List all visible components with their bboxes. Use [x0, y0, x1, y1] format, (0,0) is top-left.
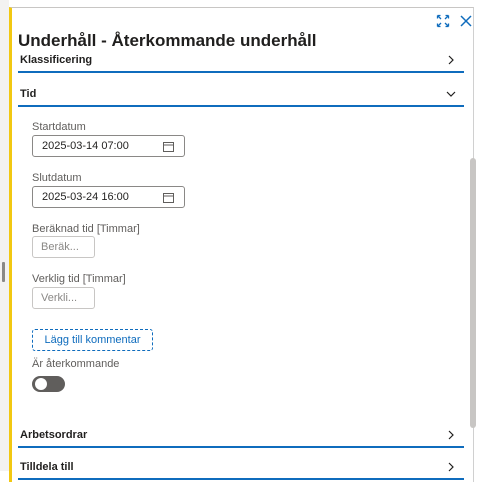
- toggle-knob: [35, 378, 47, 390]
- add-comment-button[interactable]: Lägg till kommentar: [32, 329, 153, 351]
- startdatum-field[interactable]: 2025-03-14 07:00: [32, 135, 185, 157]
- slutdatum-value: 2025-03-24 16:00: [42, 191, 129, 203]
- section-label: Tid: [20, 88, 37, 100]
- beraknad-tid-input[interactable]: [32, 236, 95, 258]
- panel-resize-handle[interactable]: [2, 262, 5, 282]
- section-label: Arbetsordrar: [20, 429, 88, 441]
- startdatum-label: Startdatum: [32, 121, 86, 133]
- scrollbar[interactable]: [470, 148, 478, 438]
- slutdatum-label: Slutdatum: [32, 172, 82, 184]
- left-gutter: [0, 0, 9, 471]
- slutdatum-field[interactable]: 2025-03-24 16:00: [32, 186, 185, 208]
- section-klassificering[interactable]: Klassificering: [18, 51, 464, 73]
- calendar-icon[interactable]: [163, 192, 174, 203]
- chevron-right-icon: [448, 430, 454, 440]
- verklig-tid-input[interactable]: [32, 287, 95, 309]
- verklig-tid-label: Verklig tid [Timmar]: [32, 273, 126, 285]
- section-tid[interactable]: Tid: [18, 85, 464, 107]
- close-icon[interactable]: [459, 14, 473, 28]
- section-arbetsordrar[interactable]: Arbetsordrar: [18, 426, 464, 448]
- startdatum-value: 2025-03-14 07:00: [42, 140, 129, 152]
- section-label: Tilldela till: [20, 461, 74, 473]
- beraknad-tid-label: Beräknad tid [Timmar]: [32, 223, 140, 235]
- recurring-label: Är återkommande: [32, 358, 120, 370]
- expand-icon[interactable]: [436, 14, 450, 28]
- section-tilldela-till[interactable]: Tilldela till: [18, 458, 464, 480]
- recurring-toggle[interactable]: [32, 376, 65, 392]
- chevron-right-icon: [448, 55, 454, 65]
- section-label: Klassificering: [20, 54, 93, 66]
- panel-title: Underhåll - Återkommande underhåll: [18, 31, 317, 50]
- scrollbar-thumb[interactable]: [470, 158, 476, 428]
- chevron-down-icon: [446, 91, 456, 97]
- calendar-icon[interactable]: [163, 141, 174, 152]
- side-panel: Underhåll - Återkommande underhåll Klass…: [9, 7, 476, 482]
